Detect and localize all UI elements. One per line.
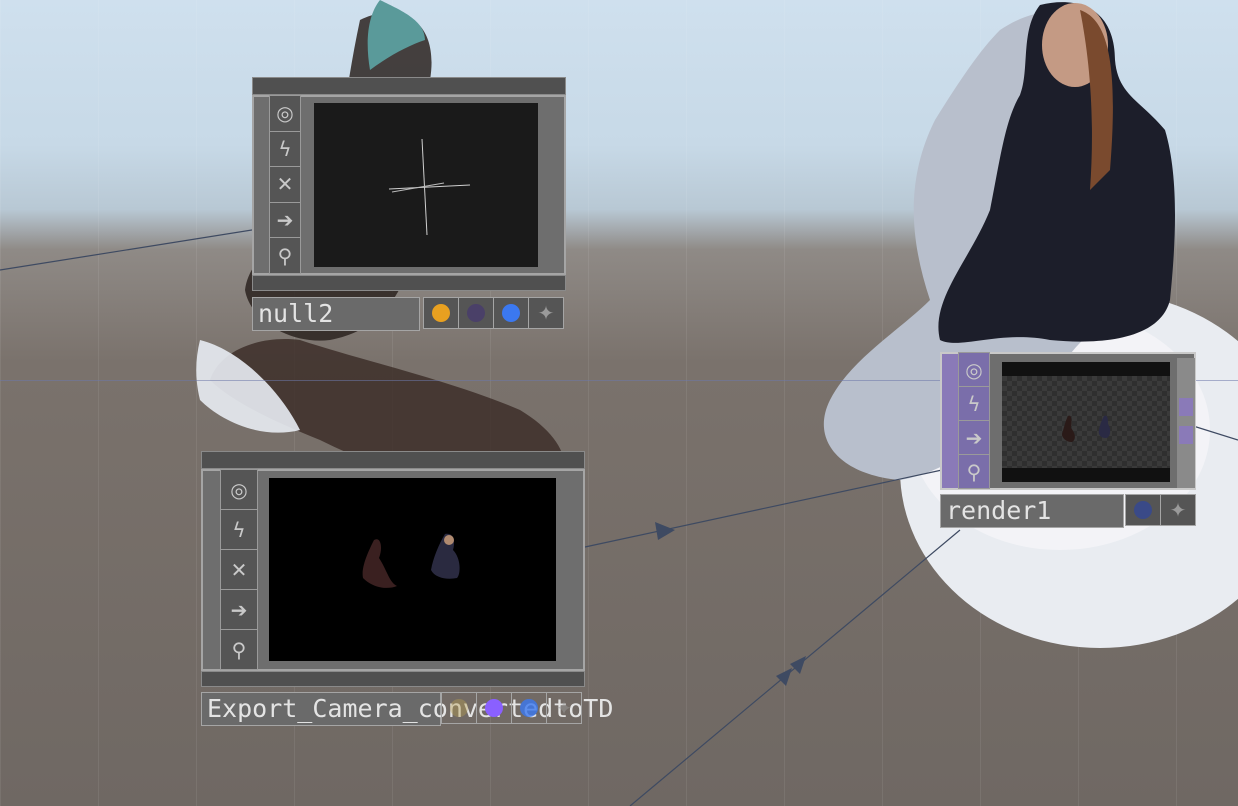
cook-icon[interactable]: ✕: [220, 549, 258, 590]
display-flag[interactable]: [441, 692, 477, 724]
display-flag[interactable]: [423, 297, 459, 329]
wire-export-to-render: [584, 469, 943, 548]
checkerboard-preview: [1002, 376, 1170, 468]
bypass-icon[interactable]: ϟ: [220, 509, 258, 550]
export-icon[interactable]: ➔: [269, 201, 301, 239]
lock-icon[interactable]: ⚲: [269, 237, 301, 274]
viewer-flag[interactable]: [511, 692, 547, 724]
node-bottom-bar: [201, 671, 585, 687]
spark-icon[interactable]: ✦: [528, 297, 564, 329]
node-viewer[interactable]: [314, 103, 538, 267]
cook-icon[interactable]: ✕: [269, 166, 301, 203]
spark-icon[interactable]: ✦: [546, 692, 582, 724]
node-viewer[interactable]: [269, 478, 556, 661]
node-name[interactable]: render1: [940, 494, 1124, 528]
export-icon[interactable]: ➔: [220, 589, 258, 630]
node-flags: ✦: [423, 297, 564, 329]
bypass-icon[interactable]: ϟ: [269, 130, 301, 168]
render-flag[interactable]: [1125, 494, 1161, 526]
viewer-icon[interactable]: ◎: [958, 352, 990, 387]
viewer-icon[interactable]: ◎: [220, 469, 258, 510]
export-icon[interactable]: ➔: [958, 420, 990, 455]
node-bottom-bar: [252, 275, 566, 291]
viewer-preview: [362, 533, 460, 588]
render-flag[interactable]: [458, 297, 494, 329]
node-flags: ✦: [1125, 494, 1196, 526]
axis-gizmo: [388, 138, 471, 236]
bypass-icon[interactable]: ϟ: [958, 386, 990, 421]
node-top-bar[interactable]: [201, 451, 585, 469]
spark-icon[interactable]: ✦: [1160, 494, 1196, 526]
node-side-toolbar: ◎ ϟ ✕ ➔ ⚲: [269, 95, 301, 274]
node-name[interactable]: null2: [252, 297, 420, 331]
node-flags: ✦: [441, 692, 582, 724]
selection-accent: [942, 354, 958, 488]
node-top-bar[interactable]: [252, 77, 566, 95]
lock-icon[interactable]: ⚲: [220, 629, 258, 670]
export-camera-node[interactable]: ◎ ϟ ✕ ➔ ⚲ Export_Camera_convertedtoTD ✦: [201, 451, 613, 727]
node-side-toolbar: ◎ ϟ ➔ ⚲: [958, 352, 990, 489]
lock-icon[interactable]: ⚲: [958, 454, 990, 489]
node-side-toolbar: ◎ ϟ ✕ ➔ ⚲: [220, 469, 258, 670]
null2-node[interactable]: ◎ ϟ ✕ ➔ ⚲ null2 ✦: [252, 77, 566, 333]
output-connector[interactable]: [1177, 358, 1195, 488]
node-name[interactable]: Export_Camera_convertedtoTD: [201, 692, 613, 726]
viewer-flag[interactable]: [493, 297, 529, 329]
render-flag[interactable]: [476, 692, 512, 724]
render1-node[interactable]: ◎ ϟ ➔ ⚲ render1 ✦: [940, 352, 1196, 530]
viewer-icon[interactable]: ◎: [269, 95, 301, 132]
node-viewer[interactable]: [1002, 362, 1170, 482]
